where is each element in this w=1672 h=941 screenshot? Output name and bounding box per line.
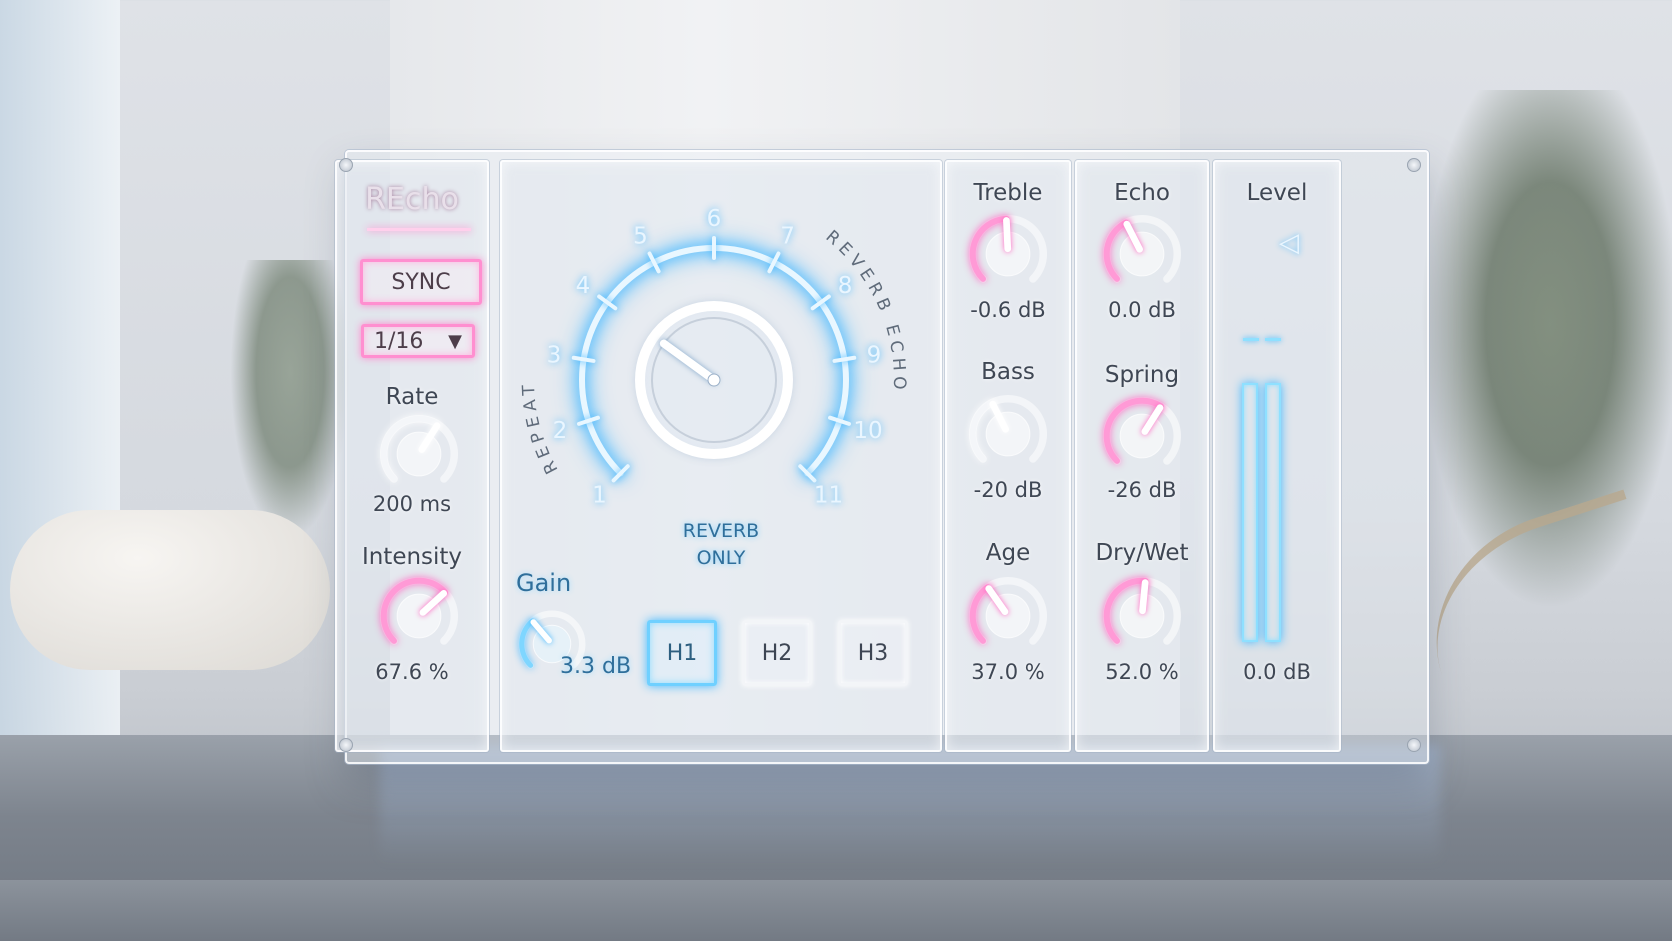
dial-tick-label: 10 — [853, 418, 882, 444]
head-button-h2[interactable]: H2 — [742, 620, 812, 686]
dial-tick-label: 9 — [867, 343, 882, 369]
screw-bottom-left — [339, 738, 353, 752]
meter-right-peak — [1265, 338, 1281, 341]
table-edge — [0, 880, 1672, 941]
intensity-label: Intensity — [361, 544, 463, 570]
intensity-knob[interactable] — [377, 574, 461, 658]
knob-pointer — [1139, 579, 1149, 615]
division-select[interactable]: 1/16 ▼ — [361, 324, 475, 358]
sync-label: SYNC — [391, 269, 451, 295]
division-value: 1/16 — [374, 328, 424, 354]
echo-label: Echo — [1114, 180, 1170, 206]
level-value: 0.0 dB — [1243, 660, 1311, 684]
spring-label: Spring — [1104, 362, 1180, 388]
dial-tick-label: 5 — [633, 224, 648, 250]
dial-arc-label-reverb-echo: REVERB ECHO — [822, 227, 910, 395]
spring-knob[interactable] — [1100, 394, 1184, 478]
age-value: 37.0 % — [971, 660, 1045, 684]
dial-tick-label: 6 — [707, 206, 722, 232]
level-arrow-icon[interactable]: ◁ — [1279, 228, 1299, 258]
brand-underline — [367, 228, 471, 231]
head-label-h2: H2 — [761, 640, 793, 666]
meter-left-peak — [1243, 338, 1259, 341]
gain-label: Gain — [516, 569, 572, 597]
treble-knob[interactable] — [966, 212, 1050, 296]
knob-cap — [985, 593, 1031, 639]
head-button-h1[interactable]: H1 — [647, 620, 717, 686]
bass-label: Bass — [981, 359, 1035, 385]
left-panel: REcho SYNC 1/16 ▼ Rate 200 ms Intensity … — [335, 160, 489, 752]
meter-left — [1242, 352, 1258, 642]
dial-tick-label: 1 — [592, 483, 607, 509]
eq-panel: Treble -0.6 dB Bass -20 dB Age 37.0 % — [945, 160, 1071, 752]
dial-tick — [832, 355, 857, 363]
mode-caption-line1: REVERB — [682, 520, 760, 542]
treble-label: Treble — [973, 180, 1043, 206]
dial-tick-label: 8 — [838, 273, 853, 299]
dial-hub — [707, 373, 721, 387]
dial-tick-label: 2 — [553, 418, 568, 444]
gain-value: 3.3 dB — [560, 654, 632, 679]
echo-value: 0.0 dB — [1108, 298, 1176, 322]
plant-left — [230, 260, 350, 540]
bass-value: -20 dB — [973, 478, 1043, 502]
meter-left-fill — [1242, 382, 1258, 642]
brand-title: REcho — [365, 182, 459, 217]
level-label: Level — [1246, 180, 1308, 206]
knob-cap — [1119, 231, 1165, 277]
drywet-knob[interactable] — [1100, 574, 1184, 658]
mode-dial[interactable]: 1234567891011REPEATREVERB ECHO — [502, 162, 940, 562]
age-label: Age — [985, 540, 1031, 566]
recho-plugin: REcho SYNC 1/16 ▼ Rate 200 ms Intensity … — [335, 150, 1429, 764]
sofa — [10, 510, 330, 670]
screw-top-left — [339, 158, 353, 172]
knob-cap — [1119, 413, 1165, 459]
rate-value: 200 ms — [372, 492, 452, 516]
rate-knob[interactable] — [377, 412, 461, 496]
level-panel: Level ◁ 0.0 dB — [1213, 160, 1341, 752]
screw-bottom-right — [1407, 738, 1421, 752]
screw-top-right — [1407, 158, 1421, 172]
sync-button[interactable]: SYNC — [360, 259, 482, 305]
chevron-down-icon: ▼ — [448, 330, 462, 352]
bass-knob[interactable] — [966, 392, 1050, 476]
spring-value: -26 dB — [1107, 478, 1177, 502]
meter-right — [1265, 352, 1281, 642]
dial-tick-label: 7 — [780, 224, 795, 250]
head-label-h1: H1 — [666, 640, 698, 666]
rate-label: Rate — [385, 384, 439, 410]
dial-tick-label: 4 — [576, 273, 591, 299]
knob-pointer — [1003, 217, 1012, 253]
echo-knob[interactable] — [1100, 212, 1184, 296]
knob-cap — [396, 431, 442, 477]
drywet-value: 52.0 % — [1105, 660, 1179, 684]
head-label-h3: H3 — [857, 640, 889, 666]
fx-panel: Echo 0.0 dB Spring -26 dB Dry/Wet 52.0 % — [1075, 160, 1209, 752]
center-panel: 1 2 3 4 5 6 7 8 9 10 11 REPEAT REVERB ECHO REVERB ON… — [500, 160, 942, 752]
intensity-value: 67.6 % — [375, 660, 449, 684]
age-knob[interactable] — [966, 574, 1050, 658]
mode-caption-line2: ONLY — [696, 547, 746, 569]
knob-cap — [985, 411, 1031, 457]
drywet-label: Dry/Wet — [1095, 540, 1189, 566]
meter-right-fill — [1265, 382, 1281, 642]
treble-value: -0.6 dB — [970, 298, 1046, 322]
dial-tick-label: 3 — [547, 343, 562, 369]
dial-tick-label: 11 — [814, 483, 843, 509]
head-button-h3[interactable]: H3 — [838, 620, 908, 686]
dial-tick — [571, 355, 596, 363]
